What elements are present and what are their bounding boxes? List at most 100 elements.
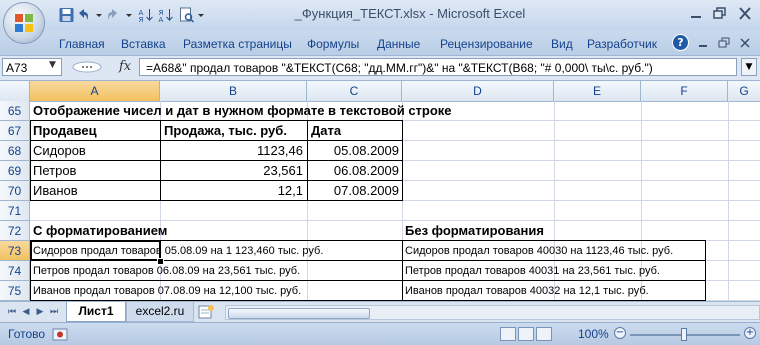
column-header-f[interactable]: F — [641, 81, 728, 101]
insert-sheet-icon[interactable] — [195, 303, 217, 321]
tab-home[interactable]: Главная — [59, 37, 105, 51]
row-header-74[interactable]: 74 — [0, 261, 30, 281]
gridline — [728, 101, 729, 301]
status-ready: Готово — [8, 327, 46, 341]
active-cell-selection[interactable] — [30, 240, 161, 261]
zoom-slider-knob[interactable] — [681, 328, 687, 341]
expand-formula-bar-icon[interactable]: ▼ — [741, 58, 757, 76]
title-bar: АЯ ЯА _Функция_ТЕКСТ.xlsx - Microsoft Ex… — [0, 0, 760, 31]
cell-date[interactable]: 06.08.2009 — [307, 161, 399, 180]
last-sheet-icon[interactable]: ⏭ — [48, 306, 60, 318]
header-seller[interactable]: Продавец — [33, 121, 97, 140]
column-header-c[interactable]: C — [307, 81, 402, 101]
tab-data[interactable]: Данные — [377, 37, 420, 51]
header-date[interactable]: Дата — [311, 121, 341, 140]
column-header-a[interactable]: A — [30, 81, 160, 101]
close-icon[interactable] — [735, 5, 755, 23]
tab-insert[interactable]: Вставка — [121, 37, 166, 51]
sheet-heading[interactable]: Отображение чисел и дат в нужном формате… — [33, 101, 452, 120]
restore-icon[interactable] — [710, 5, 730, 23]
sheet-tab-active[interactable]: Лист1 — [66, 302, 126, 322]
formula-bar: A73 ▼ fx =A68&" продал товаров "&ТЕКСТ(C… — [0, 56, 760, 81]
cell-seller[interactable]: Иванов — [33, 181, 78, 200]
without-format-title[interactable]: Без форматирования — [405, 221, 544, 240]
tab-view[interactable]: Вид — [551, 37, 573, 51]
insert-function-icon[interactable]: fx — [119, 59, 131, 74]
row-header-72[interactable]: 72 — [0, 221, 30, 241]
tab-formulas[interactable]: Формулы — [307, 37, 359, 51]
first-sheet-icon[interactable]: ⏮ — [6, 306, 18, 318]
status-bar: Готово 100% − + — [0, 322, 760, 345]
row-header-70[interactable]: 70 — [0, 181, 30, 201]
undo-dropdown-icon[interactable] — [94, 7, 104, 23]
row-header-69[interactable]: 69 — [0, 161, 30, 181]
undo-icon[interactable] — [76, 7, 90, 23]
prev-sheet-icon[interactable]: ◀ — [20, 306, 32, 318]
redo-dropdown-icon[interactable] — [124, 7, 134, 23]
row-header-65[interactable]: 65 — [0, 101, 30, 121]
with-format-title[interactable]: С форматированием — [33, 221, 167, 240]
column-header-d[interactable]: D — [402, 81, 554, 101]
sort-desc-icon[interactable]: ЯА — [158, 7, 175, 23]
formatted-result[interactable]: Иванов продал товаров 07.08.09 на 12,100… — [33, 281, 301, 300]
office-button[interactable] — [4, 3, 44, 43]
minimize-icon[interactable] — [686, 5, 706, 23]
next-sheet-icon[interactable]: ▶ — [34, 306, 46, 318]
cell-sales[interactable]: 12,1 — [160, 181, 303, 200]
print-preview-icon[interactable] — [178, 7, 195, 23]
tab-developer[interactable]: Разработчик — [587, 37, 657, 51]
worksheet-grid[interactable]: A B C D E F G 65 67 68 69 70 71 72 73 74… — [0, 81, 760, 301]
select-all-corner[interactable] — [0, 81, 30, 101]
row-header-71[interactable]: 71 — [0, 201, 30, 221]
fill-handle[interactable] — [157, 258, 164, 265]
cell-seller[interactable]: Петров — [33, 161, 76, 180]
column-header-g[interactable]: G — [728, 81, 760, 101]
header-sales[interactable]: Продажа, тыс. руб. — [164, 121, 287, 140]
macro-record-icon[interactable] — [52, 328, 68, 341]
column-header-e[interactable]: E — [554, 81, 641, 101]
zoom-out-icon[interactable]: − — [614, 327, 626, 339]
cell-date[interactable]: 05.08.2009 — [307, 141, 399, 160]
sort-icon[interactable]: АЯ — [138, 7, 155, 23]
sheet-tab[interactable]: excel2.ru — [126, 302, 194, 322]
office-logo-icon — [15, 14, 33, 32]
scrollbar-thumb[interactable] — [228, 308, 370, 319]
save-icon[interactable] — [58, 7, 75, 23]
unformatted-result[interactable]: Иванов продал товаров 40032 на 12,1 тыс.… — [405, 281, 649, 300]
name-box-dropdown-icon[interactable]: ▼ — [49, 60, 56, 70]
svg-text:Я: Я — [139, 16, 144, 23]
cell-sales[interactable]: 1123,46 — [160, 141, 303, 160]
cell-seller[interactable]: Сидоров — [33, 141, 86, 160]
cell-sales[interactable]: 23,561 — [160, 161, 303, 180]
cell-date[interactable]: 07.08.2009 — [307, 181, 399, 200]
row-header-68[interactable]: 68 — [0, 141, 30, 161]
redo-icon[interactable] — [106, 7, 120, 23]
workbook-restore-icon[interactable] — [716, 36, 732, 50]
window-title: _Функция_ТЕКСТ.xlsx - Microsoft Excel — [294, 6, 526, 21]
formatted-result[interactable]: Петров продал товаров 06.08.09 на 23,561… — [33, 261, 300, 280]
horizontal-scrollbar[interactable] — [225, 305, 760, 320]
page-layout-view-icon[interactable] — [518, 327, 534, 341]
workbook-close-icon[interactable] — [737, 36, 753, 50]
unformatted-result[interactable]: Петров продал товаров 40031 на 23,561 ты… — [405, 261, 660, 280]
row-header-67[interactable]: 67 — [0, 121, 30, 141]
sheet-tab-bar: ⏮ ◀ ▶ ⏭ Лист1 excel2.ru — [0, 301, 760, 323]
row-header-75[interactable]: 75 — [0, 281, 30, 301]
quick-access-toolbar: АЯ ЯА — [56, 7, 206, 24]
row-header-73[interactable]: 73 — [0, 241, 30, 261]
ribbon-minimize-icon[interactable] — [695, 36, 711, 50]
column-header-b[interactable]: B — [160, 81, 307, 101]
normal-view-icon[interactable] — [500, 327, 516, 341]
column-headers: A B C D E F G — [0, 81, 760, 102]
unformatted-result[interactable]: Сидоров продал товаров 40030 на 1123,46 … — [405, 241, 673, 260]
formula-bar-grip-icon — [72, 61, 102, 73]
tab-review[interactable]: Рецензирование — [440, 37, 533, 51]
page-break-view-icon[interactable] — [536, 327, 552, 341]
tab-page-layout[interactable]: Разметка страницы — [183, 37, 292, 51]
formula-input[interactable]: =A68&" продал товаров "&ТЕКСТ(C68; "дд.М… — [139, 58, 737, 76]
zoom-level[interactable]: 100% — [578, 327, 609, 341]
zoom-in-icon[interactable]: + — [744, 327, 756, 339]
help-icon[interactable]: ? — [672, 34, 689, 51]
svg-text:А: А — [159, 16, 164, 23]
excel-window: АЯ ЯА _Функция_ТЕКСТ.xlsx - Microsoft Ex… — [0, 0, 760, 345]
